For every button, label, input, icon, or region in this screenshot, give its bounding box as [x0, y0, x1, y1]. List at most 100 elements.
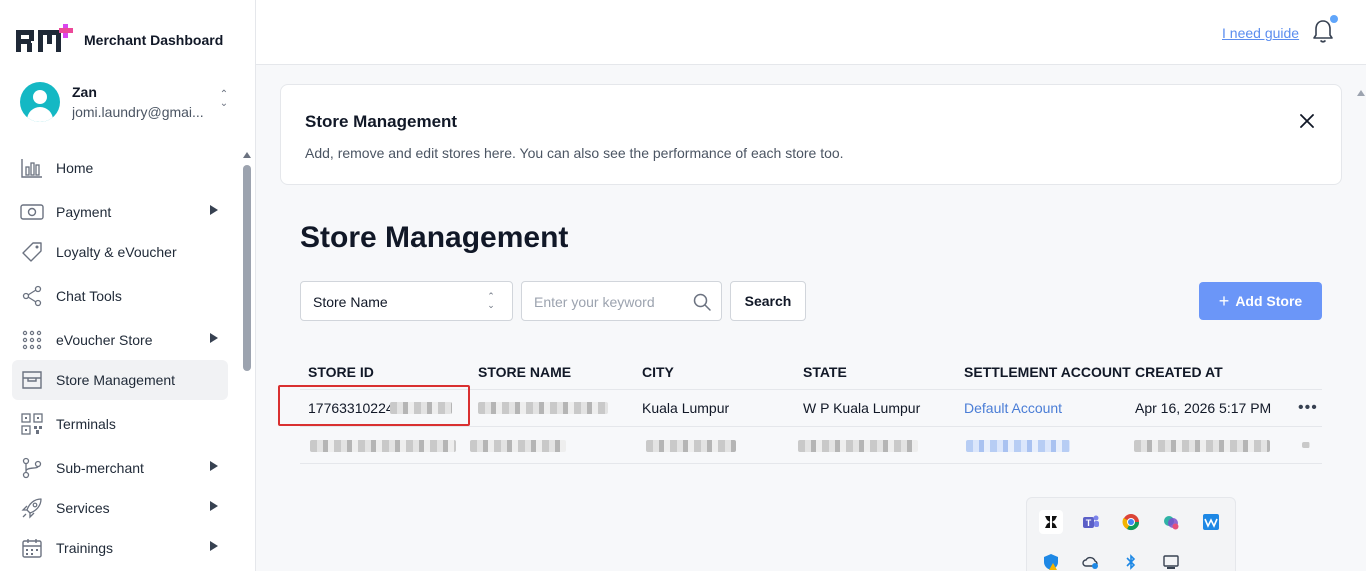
- search-button[interactable]: Search: [730, 281, 806, 321]
- redacted-state: [798, 440, 918, 452]
- security-warning-icon[interactable]: [1039, 550, 1063, 571]
- sidebar-item-home[interactable]: Home: [12, 148, 228, 188]
- notification-dot: [1330, 15, 1338, 23]
- plus-icon: +: [1218, 290, 1230, 311]
- column-header-store-id[interactable]: STORE ID: [308, 364, 374, 380]
- column-header-store-name[interactable]: STORE NAME: [478, 364, 571, 380]
- caret-right-icon[interactable]: [210, 205, 218, 215]
- branch-icon: [20, 456, 44, 480]
- banner-description: Add, remove and edit stores here. You ca…: [305, 145, 844, 161]
- page-title: Store Management: [300, 221, 569, 254]
- sidebar-item-label: Sub-merchant: [56, 460, 144, 476]
- sidebar-item-trainings[interactable]: Trainings: [12, 528, 228, 568]
- column-header-state[interactable]: STATE: [803, 364, 847, 380]
- app-tray-icon[interactable]: [1039, 510, 1063, 534]
- sidebar-item-label: Home: [56, 160, 94, 176]
- chrome-icon[interactable]: [1119, 510, 1143, 534]
- user-menu[interactable]: Zan jomi.laundry@gmai... ⌃ ⌄: [20, 80, 240, 124]
- waveform-app-icon[interactable]: [1199, 510, 1223, 534]
- display-icon[interactable]: [1159, 550, 1183, 571]
- cell-city: Kuala Lumpur: [642, 400, 730, 416]
- brand[interactable]: Merchant Dashboard: [16, 24, 223, 56]
- user-name: Zan: [72, 84, 97, 100]
- scroll-up-arrow-icon[interactable]: [243, 152, 251, 158]
- sidebar-item-label: Trainings: [56, 540, 114, 556]
- search-input[interactable]: [534, 292, 684, 312]
- redacted-store-id: [310, 440, 456, 452]
- sidebar-item-label: Terminals: [56, 416, 116, 432]
- rm-logo: [16, 24, 73, 52]
- redacted-store-name: [470, 440, 566, 452]
- scroll-up-arrow-icon[interactable]: [1357, 90, 1365, 96]
- sidebar-item-sub-merchant[interactable]: Sub-merchant: [12, 448, 228, 488]
- copilot-icon[interactable]: [1159, 510, 1183, 534]
- close-icon[interactable]: [1297, 111, 1317, 131]
- sidebar-item-store-management[interactable]: Store Management: [12, 360, 228, 400]
- redacted-created-at: [1134, 440, 1270, 452]
- redacted-store-name: [478, 402, 608, 414]
- sidebar-item-label: Chat Tools: [56, 288, 122, 304]
- redacted-settlement-account: [966, 440, 1070, 452]
- add-store-button[interactable]: + Add Store: [1199, 282, 1322, 320]
- store-icon: [20, 368, 44, 392]
- search-icon[interactable]: [692, 292, 712, 312]
- filter-field-select[interactable]: Store Name ⌃ ⌄: [300, 281, 513, 321]
- sidebar-item-payment[interactable]: Payment: [12, 192, 228, 232]
- user-email: jomi.laundry@gmai...: [72, 104, 204, 120]
- sidebar-item-loyalty-evoucher[interactable]: Loyalty & eVoucher: [12, 232, 228, 272]
- caret-right-icon[interactable]: [210, 541, 218, 551]
- bluetooth-icon[interactable]: [1119, 550, 1143, 571]
- highlight-box: [278, 385, 470, 426]
- onedrive-icon[interactable]: [1079, 550, 1103, 571]
- more-actions-icon[interactable]: •••: [1298, 399, 1318, 417]
- scroll-thumb[interactable]: [243, 165, 251, 371]
- caret-right-icon[interactable]: [210, 461, 218, 471]
- system-tray-popup: T: [1026, 497, 1236, 571]
- top-bar: I need guide: [256, 0, 1366, 65]
- sidebar: Merchant Dashboard Zan jomi.laundry@gmai…: [0, 0, 256, 571]
- redacted-city: [646, 440, 736, 452]
- qr-code-icon: [20, 412, 44, 436]
- teams-icon[interactable]: T: [1079, 510, 1103, 534]
- guide-link[interactable]: I need guide: [1222, 25, 1299, 41]
- settlement-account-link[interactable]: Default Account: [964, 400, 1062, 416]
- rocket-icon: [20, 496, 44, 520]
- sidebar-item-chat-tools[interactable]: Chat Tools: [12, 276, 228, 316]
- page-scrollbar[interactable]: [1356, 66, 1366, 571]
- cell-created-at: Apr 16, 2026 5:17 PM: [1135, 400, 1272, 416]
- sidebar-item-evoucher-store[interactable]: eVoucher Store: [12, 320, 228, 360]
- tag-icon: [20, 240, 44, 264]
- chevron-up-down-icon: ⌃ ⌄: [487, 291, 495, 310]
- cell-state: W P Kuala Lumpur: [803, 400, 921, 416]
- search-field[interactable]: [521, 281, 722, 321]
- column-header-settlement-account[interactable]: SETTLEMENT ACCOUNT: [964, 364, 1131, 380]
- divider: [300, 426, 1322, 427]
- redacted-actions: [1302, 442, 1310, 448]
- sidebar-item-label: Loyalty & eVoucher: [56, 244, 177, 260]
- info-banner: Store Management Add, remove and edit st…: [280, 84, 1342, 185]
- sidebar-item-label: Payment: [56, 204, 112, 220]
- share-icon: [20, 284, 44, 308]
- caret-right-icon[interactable]: [210, 333, 218, 343]
- sidebar-item-services[interactable]: Services: [12, 488, 228, 528]
- bar-chart-icon: [20, 156, 44, 180]
- caret-right-icon[interactable]: [210, 501, 218, 511]
- select-value: Store Name: [313, 294, 388, 310]
- sidebar-item-terminals[interactable]: Terminals: [12, 404, 228, 444]
- column-header-city[interactable]: CITY: [642, 364, 674, 380]
- svg-text:T: T: [1086, 518, 1092, 528]
- sidebar-item-label: Services: [56, 500, 110, 516]
- column-header-created-at[interactable]: CREATED AT: [1135, 364, 1223, 380]
- sidebar-item-label: eVoucher Store: [56, 332, 153, 348]
- brand-title: Merchant Dashboard: [84, 32, 224, 48]
- chevron-up-down-icon[interactable]: ⌃ ⌄: [218, 90, 230, 109]
- divider: [300, 463, 1322, 464]
- sidebar-item-label: Store Management: [56, 372, 176, 388]
- calendar-icon: [20, 536, 44, 560]
- banner-title: Store Management: [305, 112, 458, 131]
- cash-icon: [20, 200, 44, 224]
- avatar: [20, 82, 60, 122]
- grid-dots-icon: [20, 328, 44, 352]
- sidebar-scrollbar[interactable]: [242, 150, 252, 571]
- add-store-label: Add Store: [1235, 293, 1303, 309]
